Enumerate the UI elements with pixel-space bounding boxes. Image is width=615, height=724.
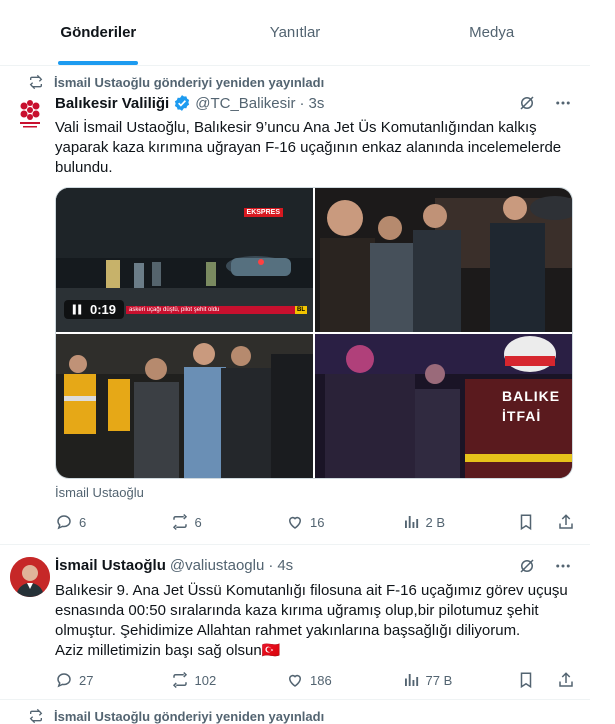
analytics-icon bbox=[404, 674, 418, 686]
separator-dot: · bbox=[299, 94, 305, 112]
tweet-header-actions bbox=[518, 94, 572, 112]
tab-replies[interactable]: Yanıtlar bbox=[197, 0, 394, 65]
channel-logo: EKSPRES bbox=[243, 208, 283, 217]
reply-count: 27 bbox=[79, 672, 94, 688]
author-name[interactable]: İsmail Ustaoğlu bbox=[55, 557, 166, 574]
tweet-text: Vali İsmail Ustaoğlu, Balıkesir 9’uncu A… bbox=[55, 119, 562, 176]
retweet-count: 6 bbox=[194, 514, 202, 530]
bookmark-icon[interactable] bbox=[517, 513, 535, 531]
analytics-icon bbox=[404, 516, 418, 528]
share-icon[interactable] bbox=[557, 513, 575, 531]
author-handle[interactable]: @valiustaoglu bbox=[170, 557, 264, 574]
tweet-balikesir-valiligi[interactable]: İsmail Ustaoğlu gönderiyi yeniden yayınl… bbox=[0, 66, 590, 544]
photo-4[interactable]: BALIKE İTFAİ bbox=[315, 334, 572, 478]
reply-button[interactable]: 6 bbox=[55, 513, 115, 531]
tweet-header: Balıkesir Valiliği @TC_Balikesir · 3s bbox=[55, 94, 324, 112]
retweet-icon bbox=[29, 708, 43, 724]
pause-icon[interactable] bbox=[72, 304, 82, 315]
share-icon[interactable] bbox=[557, 671, 575, 689]
photo-3[interactable] bbox=[56, 334, 313, 478]
tweet-partial[interactable]: İsmail Ustaoğlu gönderiyi yeniden yayınl… bbox=[0, 700, 590, 724]
grok-icon[interactable] bbox=[518, 557, 536, 575]
video-duration: 0:19 bbox=[90, 302, 117, 317]
reply-button[interactable]: 27 bbox=[55, 671, 115, 689]
media-grid: EKSPRES askeri uçağı düştü, pilot şehit … bbox=[55, 187, 573, 479]
separator-dot: · bbox=[268, 557, 274, 574]
like-count: 186 bbox=[310, 672, 332, 688]
retweet-button[interactable]: 6 bbox=[171, 513, 231, 531]
tweet-end-actions bbox=[517, 513, 575, 531]
views-button[interactable]: 77 B bbox=[402, 671, 462, 689]
photo-2[interactable] bbox=[315, 188, 572, 332]
author-handle[interactable]: @TC_Balikesir bbox=[195, 95, 295, 112]
video-player[interactable]: EKSPRES askeri uçağı düştü, pilot şehit … bbox=[56, 188, 313, 332]
tweet-ismail-ustaoglu[interactable]: İsmail Ustaoğlu @valiustaoglu · 4s Balık… bbox=[0, 545, 590, 695]
tweet-end-actions bbox=[517, 671, 575, 689]
retweet-icon bbox=[29, 74, 43, 90]
retweet-text: İsmail Ustaoğlu gönderiyi yeniden yayınl… bbox=[54, 74, 325, 90]
reply-icon bbox=[57, 673, 71, 688]
tweet-text: Balıkesir 9. Ana Jet Üssü Komutanlığı fi… bbox=[55, 581, 575, 661]
photo-officials-scene bbox=[315, 188, 572, 332]
retweet-indicator: İsmail Ustaoğlu gönderiyi yeniden yayınl… bbox=[28, 74, 324, 90]
retweet-icon bbox=[172, 513, 187, 531]
view-count: 2 B bbox=[425, 514, 446, 530]
reply-icon bbox=[57, 515, 71, 530]
tweet-actions: 6 6 16 2 B bbox=[55, 513, 575, 531]
retweet-icon bbox=[172, 671, 187, 689]
profile-tabs: Gönderiler Yanıtlar Medya bbox=[0, 0, 590, 66]
jacket-text-line1: BALIKE bbox=[502, 388, 561, 404]
reply-count: 6 bbox=[79, 514, 87, 530]
avatar[interactable] bbox=[10, 557, 50, 597]
views-button[interactable]: 2 B bbox=[402, 513, 462, 531]
profile-photo-icon bbox=[10, 557, 50, 597]
tab-media-label: Medya bbox=[469, 24, 515, 41]
video-controls[interactable]: 0:19 bbox=[64, 300, 125, 319]
channel-corner-badge: BL bbox=[295, 306, 307, 314]
more-options-icon[interactable] bbox=[554, 557, 572, 575]
news-ticker: askeri uçağı düştü, pilot şehit oldu bbox=[126, 306, 296, 314]
like-button[interactable]: 16 bbox=[286, 513, 346, 531]
author-name[interactable]: Balıkesir Valiliği bbox=[55, 95, 169, 112]
media-tagged-user[interactable]: İsmail Ustaoğlu bbox=[55, 485, 144, 500]
verified-badge-icon bbox=[175, 95, 190, 111]
jacket-text-line2: İTFAİ bbox=[502, 408, 542, 424]
tweet-actions: 27 102 186 77 B bbox=[55, 671, 575, 689]
timestamp[interactable]: 3s bbox=[308, 95, 324, 112]
retweet-count: 102 bbox=[194, 672, 217, 688]
tab-posts[interactable]: Gönderiler bbox=[0, 0, 197, 65]
grok-icon[interactable] bbox=[518, 94, 536, 112]
valilik-logo-icon bbox=[20, 100, 40, 128]
active-tab-indicator bbox=[58, 61, 139, 65]
tab-replies-label: Yanıtlar bbox=[269, 24, 321, 41]
tweet-header: İsmail Ustaoğlu @valiustaoglu · 4s bbox=[55, 557, 293, 574]
tab-posts-label: Gönderiler bbox=[60, 24, 137, 41]
tab-media[interactable]: Medya bbox=[393, 0, 590, 65]
bookmark-icon[interactable] bbox=[517, 671, 535, 689]
avatar[interactable] bbox=[10, 94, 50, 134]
retweet-text: İsmail Ustaoğlu gönderiyi yeniden yayınl… bbox=[54, 708, 325, 724]
heart-icon bbox=[288, 674, 302, 687]
tweet-text-main: Balıkesir 9. Ana Jet Üssü Komutanlığı fi… bbox=[55, 582, 568, 639]
timestamp[interactable]: 4s bbox=[277, 557, 293, 574]
retweet-button[interactable]: 102 bbox=[171, 671, 231, 689]
like-button[interactable]: 186 bbox=[286, 671, 346, 689]
firefighter-jacket-text: BALIKE İTFAİ bbox=[502, 386, 560, 426]
like-count: 16 bbox=[310, 514, 325, 530]
photo-rescue-scene bbox=[56, 334, 313, 478]
view-count: 77 B bbox=[425, 672, 453, 688]
retweet-indicator: İsmail Ustaoğlu gönderiyi yeniden yayınl… bbox=[28, 708, 324, 724]
tweet-text-closing: Aziz milletimizin başı sağ olsun🇹🇷 bbox=[55, 642, 281, 659]
heart-icon bbox=[288, 516, 302, 529]
tweet-header-actions bbox=[518, 557, 572, 575]
more-options-icon[interactable] bbox=[554, 94, 572, 112]
